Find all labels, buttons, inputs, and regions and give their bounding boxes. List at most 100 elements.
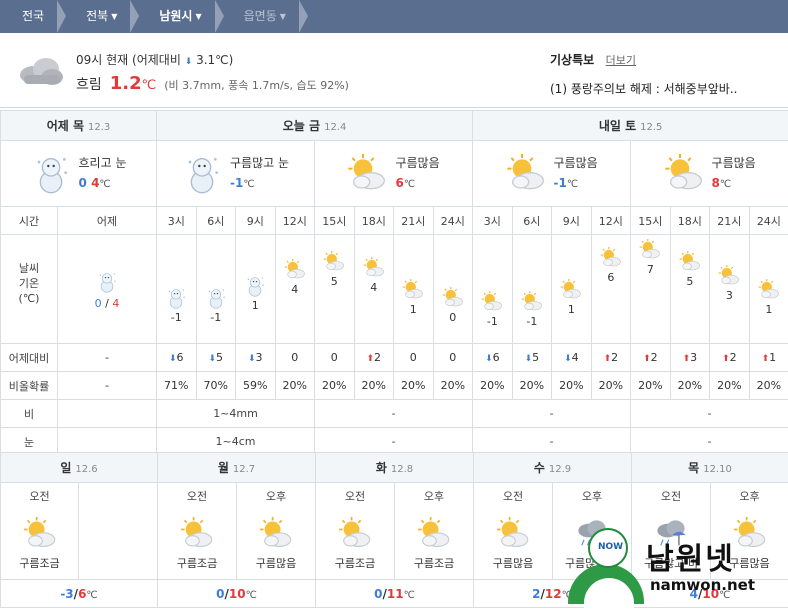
hour-label: 3시 <box>483 214 501 228</box>
day-summary: 구름많고 눈 -1℃ <box>156 140 316 207</box>
hour-label: 18시 <box>361 214 386 228</box>
hour-temp: 0 <box>449 311 457 324</box>
partly-cloudy-icon <box>561 279 582 299</box>
hour-diff: 1 <box>769 351 777 364</box>
partly-cloudy-icon <box>363 257 384 277</box>
warning-title: 기상특보 <box>550 53 595 67</box>
today-pm-snow: - <box>391 435 396 448</box>
hour-diff: 2 <box>611 351 619 364</box>
pm-label: 오후 <box>265 490 287 503</box>
hour-diff: 0 <box>409 351 417 364</box>
hour-temp: 1 <box>765 303 773 316</box>
week-date: 12.6 <box>75 464 98 475</box>
today-am-rain: 1~4mm <box>213 407 258 420</box>
temp-unit: ℃ <box>403 178 416 190</box>
snow-icon <box>37 157 67 193</box>
week-day-header: 화 12.8 <box>315 452 474 483</box>
arrow-up-icon: ⬆ <box>366 354 375 364</box>
forecast-table: 어제 목 12.3 오늘 금 12.4 내일 토 12.5 흐리고 눈0 4℃ 구름많고 … <box>0 110 788 456</box>
chevron-down-icon: ▼ <box>111 12 118 21</box>
temp-unit: ℃ <box>245 589 257 601</box>
hour-label: 12시 <box>598 214 623 228</box>
arrow-down-icon: ⬇ <box>247 354 256 364</box>
current-observation-time: 09시 현재 (어제대비 ⬇ 3.1℃) <box>76 53 234 67</box>
partly-cloudy-icon <box>442 287 463 307</box>
breadcrumb-item-2[interactable]: 전북 ▼ <box>66 0 140 33</box>
partly-cloudy-icon <box>323 251 345 271</box>
partly-cloudy-icon <box>506 153 544 189</box>
day-summary: 흐리고 눈0 4℃ <box>0 140 158 207</box>
breadcrumb: 전국 전북 ▼ 남원시 ▼ 읍면동 ▼ <box>0 0 788 33</box>
partly-cloudy-icon <box>339 517 371 548</box>
week-min-temp: -3 <box>60 586 74 601</box>
partly-cloudy-icon <box>664 153 702 189</box>
breadcrumb-item-1[interactable]: 전국 <box>0 0 67 33</box>
weather-warning: 기상특보 더보기 (1) 풍랑주의보 해제 : 서해중부앞바.. <box>550 51 737 97</box>
hour-label: 15시 <box>638 214 663 228</box>
breadcrumb-label: 전북 <box>86 9 109 23</box>
min-temp: -1 <box>553 175 567 190</box>
hour-prob: 20% <box>361 379 386 392</box>
hour-diff: 2 <box>729 351 737 364</box>
arrow-up-icon: ⬆ <box>603 354 612 364</box>
hour-temp: 6 <box>607 271 615 284</box>
temp-unit: ℃ <box>99 178 111 190</box>
hour-temp: -1 <box>170 311 182 324</box>
namwon-net-logo: NOW 남원넷 namwon.net <box>566 526 788 612</box>
week-day-header: 일 12.6 <box>0 452 158 483</box>
chevron-down-icon: ▼ <box>279 12 286 21</box>
hour-temp: 4 <box>370 281 378 294</box>
arrow-down-icon: ⬇ <box>485 354 493 364</box>
row-label-prob: 비올확률 <box>8 379 50 393</box>
current-details: (비 3.7mm, 풍속 1.7m/s, 습도 92%) <box>164 79 349 92</box>
hour-label: 9시 <box>562 214 580 228</box>
min-temp: 0 <box>94 297 102 310</box>
pm-condition: 구름많음 <box>255 557 297 570</box>
hour-prob: 20% <box>401 379 426 392</box>
arrow-down-icon: ⬇ <box>168 354 177 364</box>
pm-label: 오후 <box>423 490 445 503</box>
week-day-header: 월 12.7 <box>157 452 316 483</box>
day-header: 오늘 금 12.4 <box>156 110 474 141</box>
day-date: 12.5 <box>640 122 663 133</box>
partly-cloudy-icon <box>260 517 292 548</box>
day-header: 내일 토 12.5 <box>472 110 788 141</box>
hour-label: 24시 <box>440 214 465 228</box>
snow-icon <box>208 289 225 309</box>
hour-diff: 2 <box>650 351 658 364</box>
hour-label: 24시 <box>756 214 781 228</box>
hour-diff: 0 <box>291 351 299 364</box>
hour-prob: 20% <box>559 379 584 392</box>
temp-unit: ℃ <box>566 178 579 190</box>
warning-text[interactable]: (1) 풍랑주의보 해제 : 서해중부앞바.. <box>550 80 737 97</box>
partly-cloudy-icon <box>758 279 779 299</box>
hour-diff: 0 <box>330 351 338 364</box>
arrow-down-icon: ⬇ <box>208 354 217 364</box>
am-condition: 구름조금 <box>19 557 60 570</box>
hour-label: 9시 <box>246 214 264 228</box>
hour-diff: 0 <box>449 351 457 364</box>
hour-prob: 20% <box>282 379 307 392</box>
partly-cloudy-icon <box>402 279 424 299</box>
snow-icon <box>188 157 218 193</box>
hour-label: 12시 <box>282 214 307 228</box>
max-temp: 6 <box>395 175 404 190</box>
more-link[interactable]: 더보기 <box>606 54 636 67</box>
arrow-up-icon: ⬆ <box>682 354 691 364</box>
week-max-temp: 11 <box>386 586 404 601</box>
arrow-up-icon: ⬆ <box>643 354 651 364</box>
breadcrumb-item-3[interactable]: 남원시 ▼ <box>139 0 224 33</box>
hour-temp: 4 <box>291 283 299 296</box>
row-label-snow: 눈 <box>23 435 35 449</box>
partly-cloudy-icon <box>600 247 621 267</box>
summary-condition: 구름많고 눈 <box>230 155 290 170</box>
hour-prob: 71% <box>164 379 189 392</box>
tomorrow-pm-rain: - <box>707 407 712 420</box>
day-summary: 구름많음 8℃ <box>630 140 788 207</box>
min-temp: -1 <box>230 175 244 190</box>
current-weather-panel: 09시 현재 (어제대비 ⬇ 3.1℃) 흐림 1.2 ℃ (비 3.7mm, … <box>0 33 788 108</box>
hour-temp: 5 <box>330 275 338 288</box>
row-label-weather-temp: 날씨 기온 (℃) <box>18 262 40 305</box>
breadcrumb-item-4[interactable]: 읍면동 ▼ <box>224 0 309 33</box>
partly-cloudy-icon <box>640 239 661 259</box>
